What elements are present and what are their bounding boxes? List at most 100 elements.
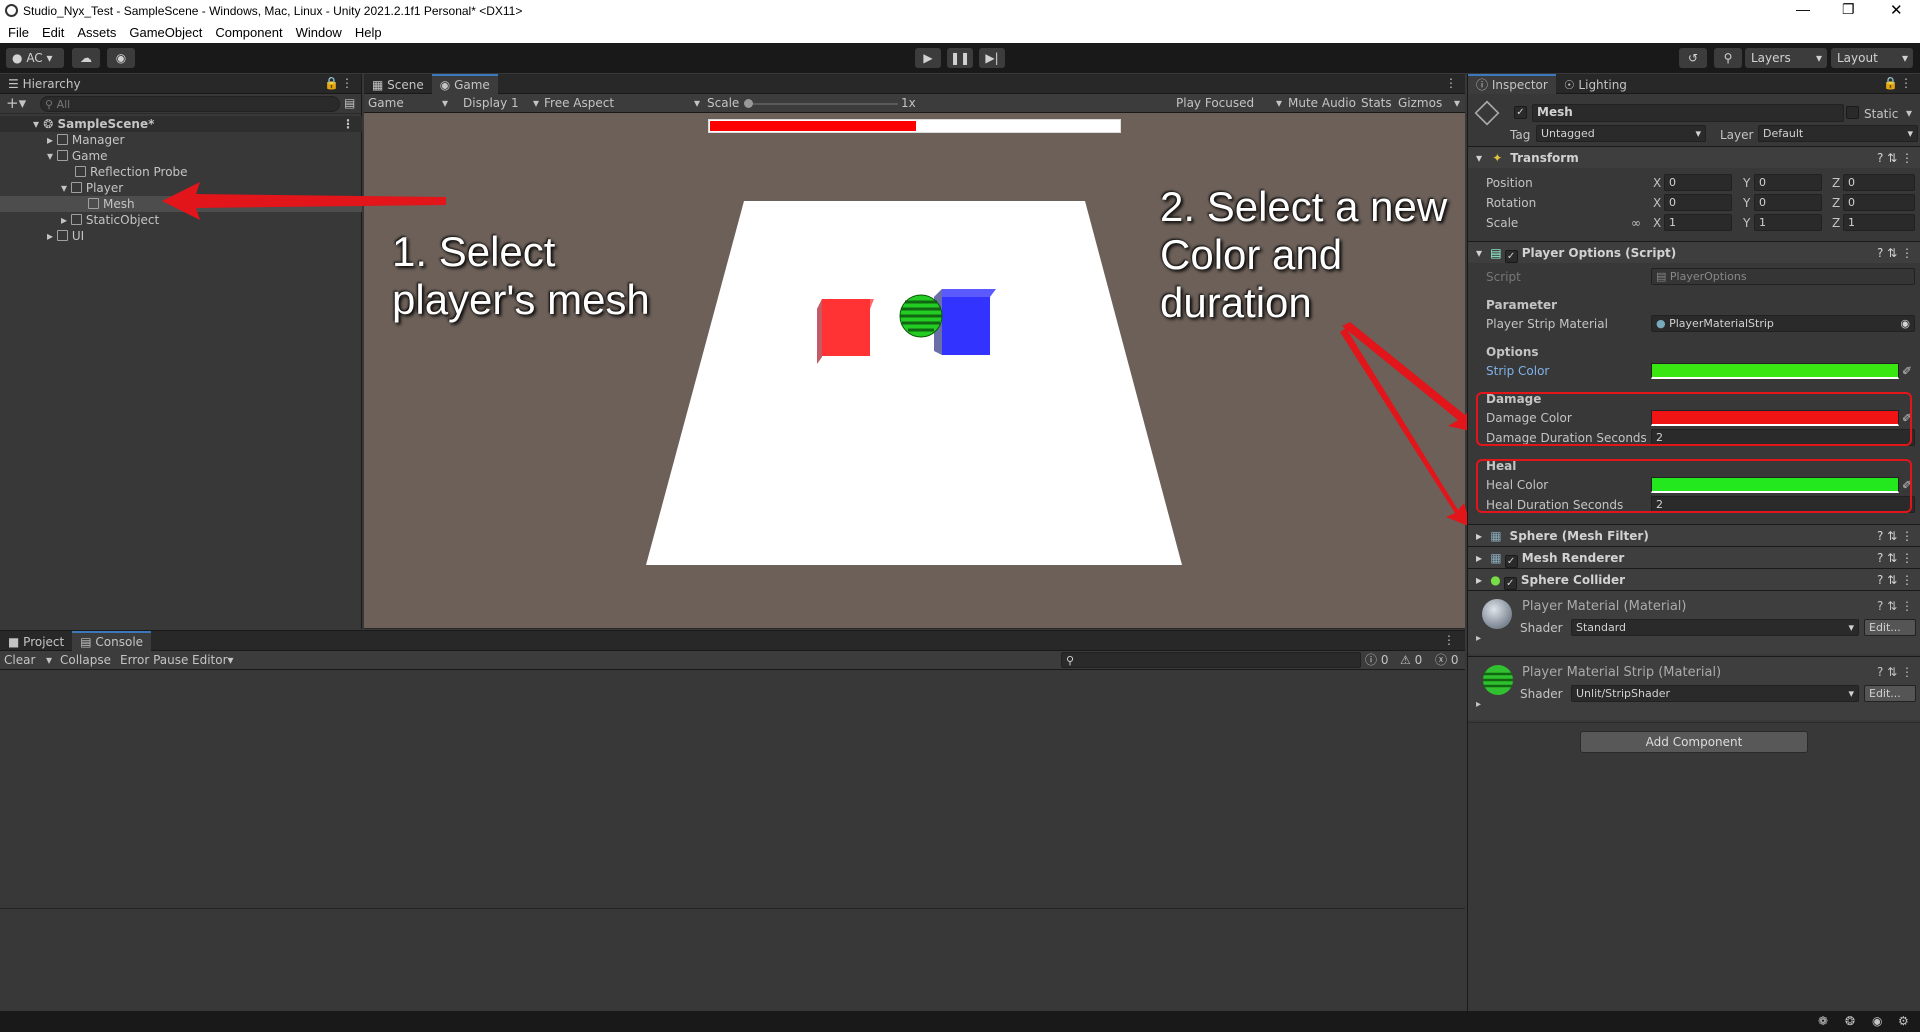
settings-icon[interactable]: ⚙: [1898, 1014, 1909, 1028]
scene-visibility-icon[interactable]: ▤: [344, 96, 355, 110]
cloud-button[interactable]: ☁: [72, 48, 100, 68]
console-divider[interactable]: [0, 908, 1465, 909]
component-menu-icons[interactable]: ? ⇅ ⋮: [1877, 147, 1913, 169]
play-button[interactable]: ▶: [915, 48, 941, 68]
kebab-menu-icon[interactable]: ⋮: [342, 116, 354, 132]
tag-dropdown[interactable]: Untagged ▾: [1536, 125, 1706, 142]
step-button[interactable]: ▶|: [979, 48, 1005, 68]
error-pause-toggle[interactable]: Error Pause: [120, 651, 188, 670]
position-x-field[interactable]: 0: [1664, 174, 1732, 191]
player-options-header[interactable]: ▾ ▤ ✓ Player Options (Script)? ⇅ ⋮: [1468, 241, 1920, 263]
error-count[interactable]: ⓧ 0: [1435, 651, 1458, 670]
editor-dropdown[interactable]: Editor▾: [192, 651, 234, 670]
menu-gameobject[interactable]: GameObject: [129, 23, 202, 43]
scale-x-field[interactable]: 1: [1664, 214, 1732, 231]
game-dropdown[interactable]: Game ▾: [368, 94, 454, 113]
tree-item-samplescene[interactable]: ▾ ❂ SampleScene* ⋮: [0, 116, 362, 132]
gizmos-dropdown[interactable]: Gizmos ▾: [1398, 94, 1460, 113]
hierarchy-search-input[interactable]: ⚲ All: [40, 96, 340, 112]
tab-console[interactable]: ▤ Console: [72, 631, 152, 651]
menu-window[interactable]: Window: [296, 23, 342, 43]
maximize-button[interactable]: ❐: [1842, 1, 1855, 18]
rotation-y-field[interactable]: 0: [1754, 194, 1822, 211]
scale-y-field[interactable]: 1: [1754, 214, 1822, 231]
shader-edit-button[interactable]: Edit...: [1864, 685, 1916, 702]
lock-icon[interactable]: 🔒: [1883, 76, 1898, 90]
add-button[interactable]: +▾: [6, 94, 26, 112]
network-icon[interactable]: ❂: [1845, 1014, 1855, 1028]
component-menu-icons[interactable]: ? ⇅ ⋮: [1877, 525, 1913, 547]
scale-z-field[interactable]: 1: [1843, 214, 1915, 231]
component-menu-icons[interactable]: ? ⇅ ⋮: [1877, 569, 1913, 591]
position-y-field[interactable]: 0: [1754, 174, 1822, 191]
chevron-down-icon[interactable]: ▾: [1906, 106, 1912, 120]
display-dropdown[interactable]: Display 1 ▾: [463, 94, 541, 113]
lock-icon[interactable]: 🔒: [324, 76, 339, 90]
slider-thumb[interactable]: [744, 99, 753, 108]
kebab-menu-icon[interactable]: ⋮: [1445, 76, 1457, 90]
shader-dropdown[interactable]: Unlit/StripShader ▾: [1571, 685, 1859, 702]
tab-inspector[interactable]: ⓘ Inspector: [1468, 74, 1556, 94]
component-menu-icons[interactable]: ? ⇅ ⋮: [1877, 547, 1913, 569]
aspect-dropdown[interactable]: Free Aspect ▾: [544, 94, 704, 113]
tree-item-game[interactable]: ▾ Game: [0, 148, 362, 164]
sphere-collider-header[interactable]: ▸ ● ✓ Sphere Collider? ⇅ ⋮: [1468, 568, 1920, 590]
strip-material-field[interactable]: ● PlayerMaterialStrip ◉: [1651, 315, 1915, 332]
mesh-renderer-header[interactable]: ▸ ▦ ✓ Mesh Renderer? ⇅ ⋮: [1468, 546, 1920, 568]
search-button[interactable]: ⚲: [1714, 48, 1742, 68]
tree-item-ui[interactable]: ▸ UI: [0, 228, 362, 244]
menu-help[interactable]: Help: [355, 23, 382, 43]
strip-color-swatch[interactable]: [1651, 363, 1899, 379]
play-focused-dropdown[interactable]: Play Focused ▾: [1176, 94, 1284, 113]
info-count[interactable]: ⓘ 0: [1365, 651, 1388, 670]
pause-button[interactable]: ❚❚: [947, 48, 973, 68]
layer-dropdown[interactable]: Default ▾: [1758, 125, 1918, 142]
warning-count[interactable]: ⚠ 0: [1400, 651, 1422, 670]
foldout-arrow[interactable]: ▸: [1476, 699, 1481, 710]
collapse-toggle[interactable]: Collapse: [60, 651, 111, 670]
tree-item-manager[interactable]: ▸ Manager: [0, 132, 362, 148]
tab-lighting[interactable]: ☉ Lighting: [1556, 75, 1635, 95]
active-checkbox[interactable]: ✓: [1514, 106, 1527, 119]
shader-edit-button[interactable]: Edit...: [1864, 619, 1916, 636]
layout-dropdown[interactable]: Layout ▾: [1831, 48, 1913, 68]
kebab-menu-icon[interactable]: ⋮: [1443, 633, 1455, 647]
transform-header[interactable]: ▾ ✦ Transform? ⇅ ⋮: [1468, 146, 1920, 168]
shader-dropdown[interactable]: Standard ▾: [1571, 619, 1859, 636]
minimize-button[interactable]: —: [1796, 1, 1810, 17]
constrain-proportions-icon[interactable]: ∞: [1631, 214, 1641, 232]
account-dropdown[interactable]: ● AC ▾: [6, 48, 64, 68]
tab-scene[interactable]: ▦ Scene: [364, 75, 432, 95]
eyedropper-icon[interactable]: ✐: [1902, 362, 1912, 380]
rotation-z-field[interactable]: 0: [1843, 194, 1915, 211]
layers-dropdown[interactable]: Layers ▾: [1745, 48, 1827, 68]
menu-assets[interactable]: Assets: [77, 23, 116, 43]
component-menu-icons[interactable]: ? ⇅ ⋮: [1877, 599, 1913, 613]
component-menu-icons[interactable]: ? ⇅ ⋮: [1877, 665, 1913, 679]
progress-icon[interactable]: ◉: [1872, 1014, 1882, 1028]
enabled-checkbox[interactable]: ✓: [1504, 555, 1518, 568]
console-log-area[interactable]: [0, 671, 1465, 911]
menu-component[interactable]: Component: [215, 23, 282, 43]
menu-edit[interactable]: Edit: [42, 23, 64, 43]
add-component-button[interactable]: Add Component: [1580, 731, 1808, 753]
object-picker-icon[interactable]: ◉: [1900, 316, 1910, 331]
object-name-input[interactable]: Mesh: [1532, 104, 1844, 122]
scale-slider[interactable]: [744, 99, 898, 108]
static-checkbox[interactable]: [1846, 106, 1859, 119]
component-menu-icons[interactable]: ? ⇅ ⋮: [1877, 242, 1913, 264]
menu-file[interactable]: File: [8, 23, 29, 43]
enabled-checkbox[interactable]: ✓: [1503, 577, 1517, 590]
foldout-arrow[interactable]: ▸: [1476, 633, 1481, 644]
history-button[interactable]: ↺: [1679, 48, 1707, 68]
enabled-checkbox[interactable]: ✓: [1504, 250, 1518, 263]
position-z-field[interactable]: 0: [1843, 174, 1915, 191]
mesh-filter-header[interactable]: ▸ ▦ Sphere (Mesh Filter)? ⇅ ⋮: [1468, 524, 1920, 546]
tab-hierarchy[interactable]: ☰ Hierarchy: [0, 74, 89, 94]
tab-game[interactable]: ◉ Game: [431, 74, 498, 94]
collab-button[interactable]: ◉: [107, 48, 135, 68]
clear-dropdown[interactable]: Clear ▾: [4, 651, 54, 670]
tab-project[interactable]: ■ Project: [0, 632, 72, 652]
kebab-menu-icon[interactable]: ⋮: [1900, 76, 1912, 90]
debug-icon[interactable]: ❁: [1818, 1014, 1828, 1028]
